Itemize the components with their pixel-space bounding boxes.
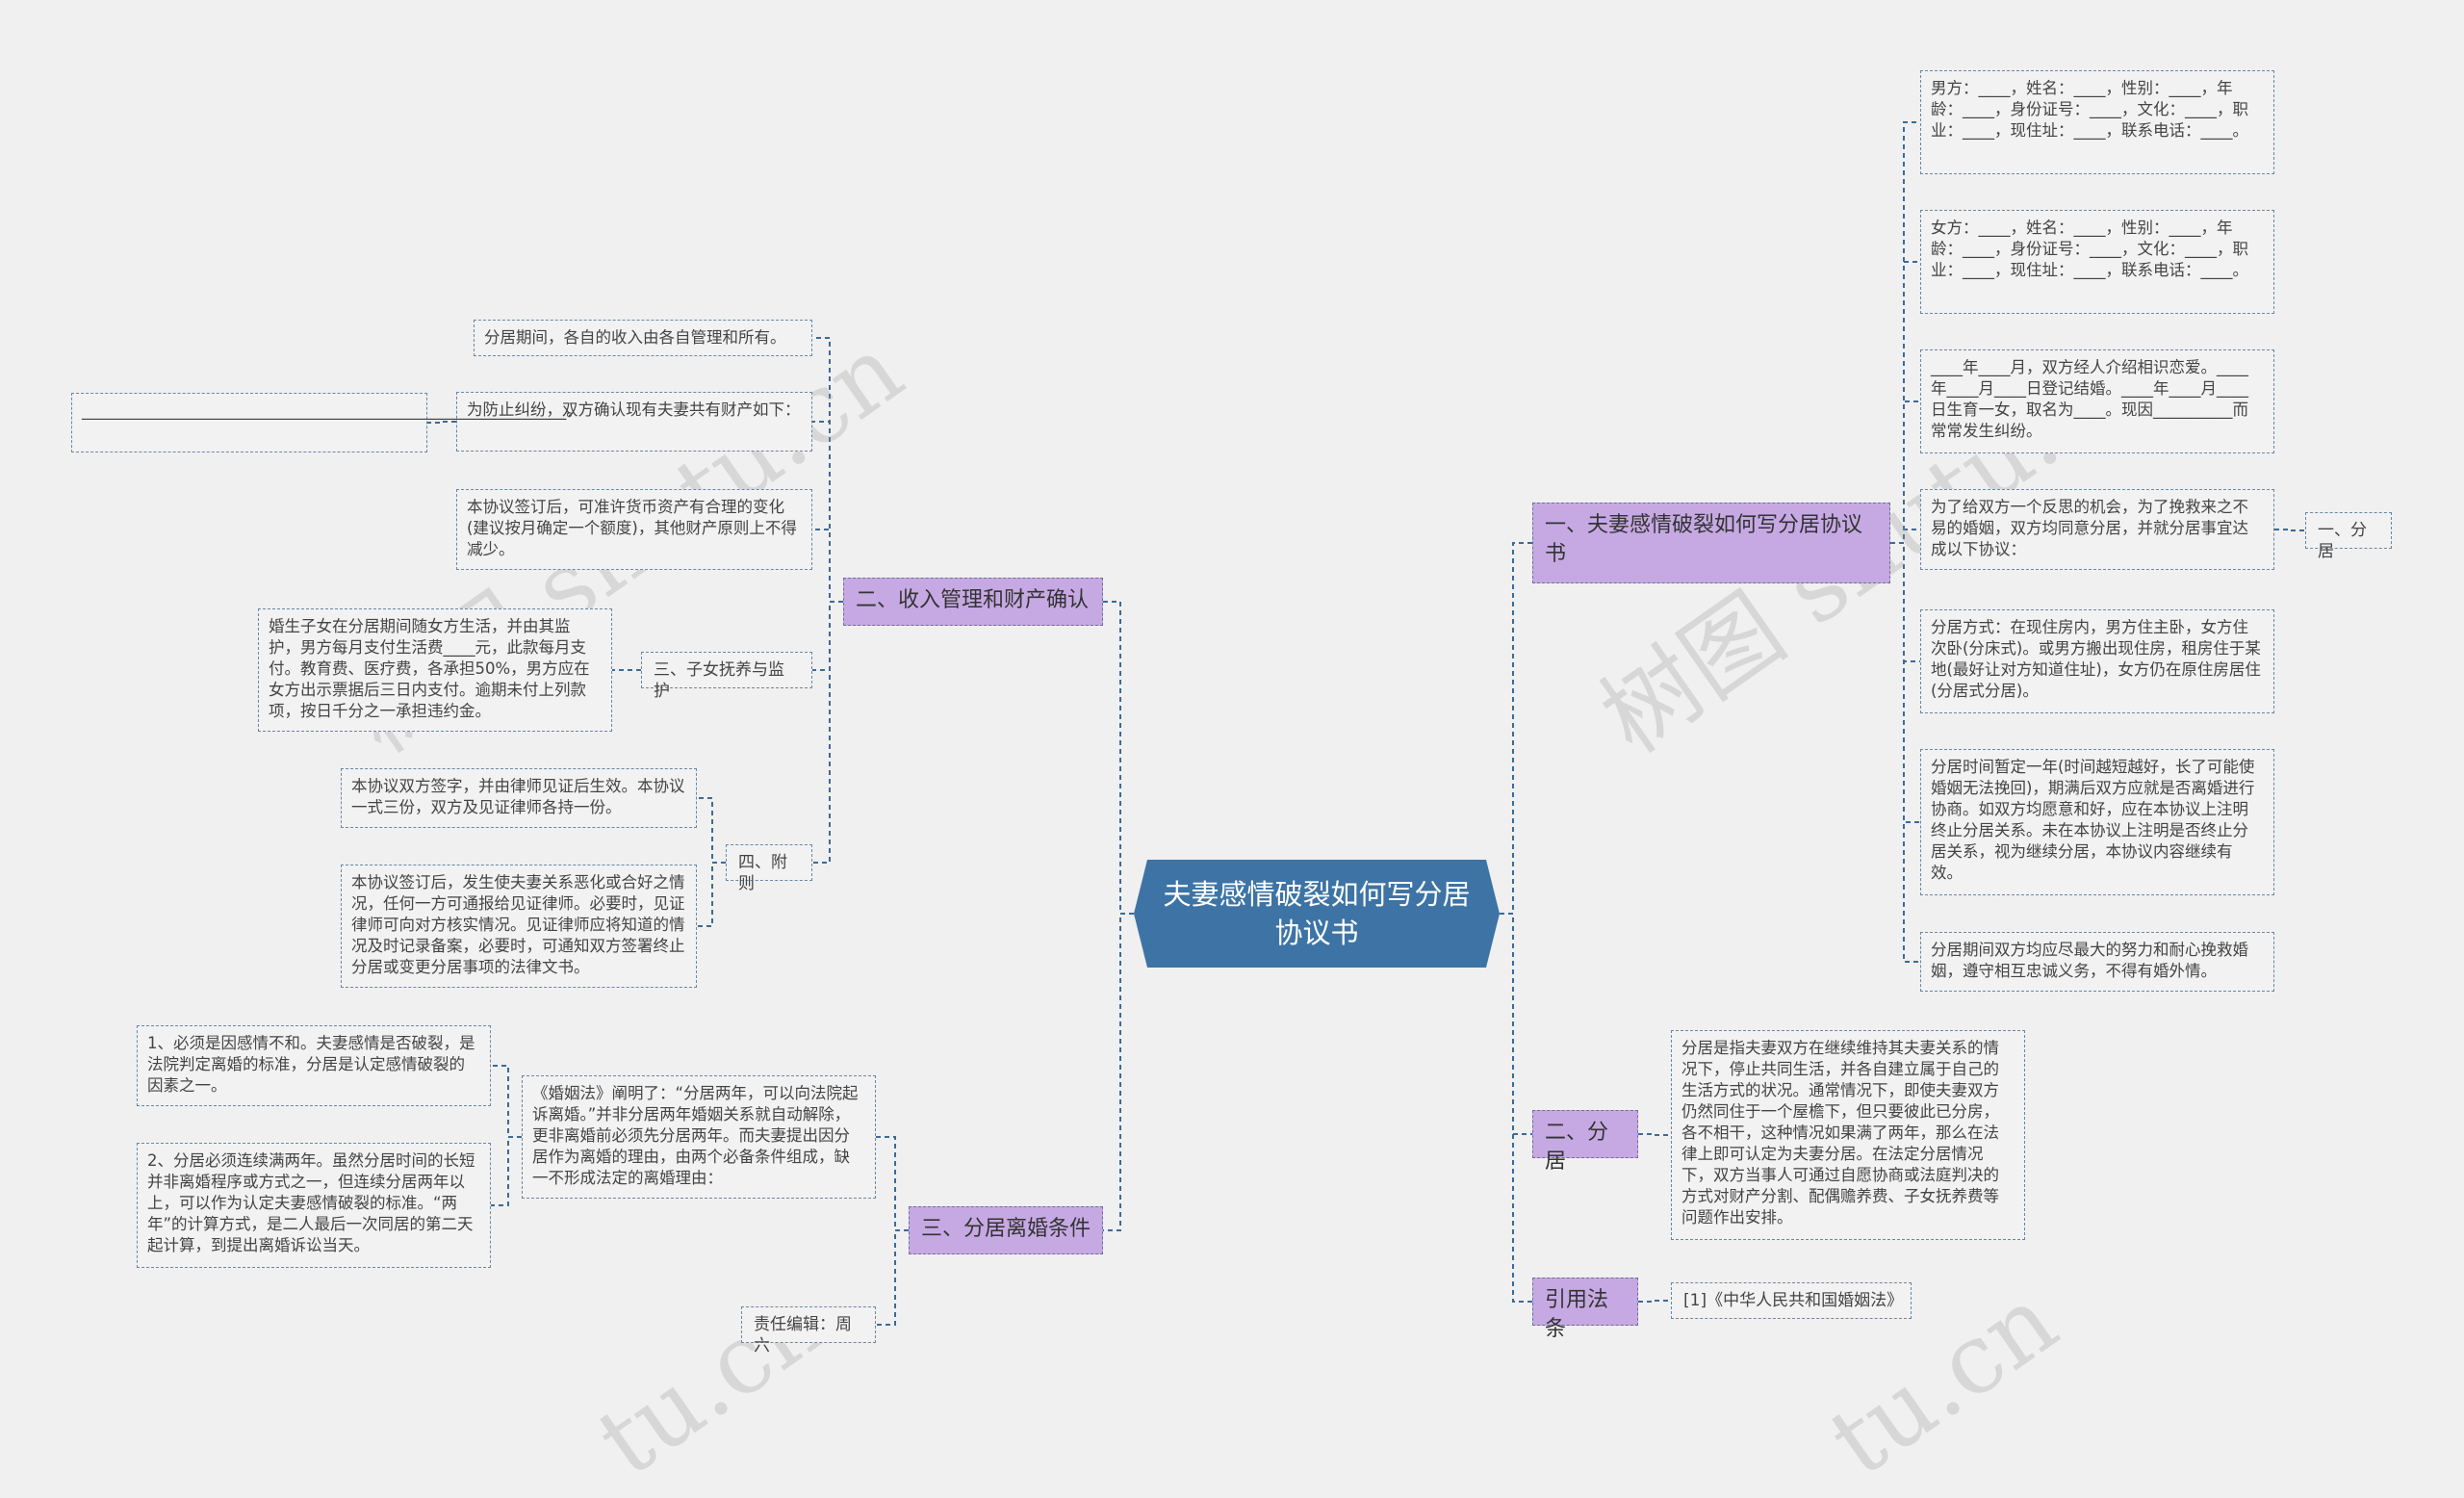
connector-line bbox=[812, 601, 843, 671]
connector-line bbox=[1890, 529, 1920, 544]
label-child-custody[interactable]: 三、子女抚养与监护 bbox=[641, 652, 812, 701]
leaf-condition-two-years[interactable]: 2、分居必须连续满两年。虽然分居时间的长短并非离婚程序或方式之一，但连续分居两年… bbox=[137, 1143, 491, 1268]
connector-line bbox=[427, 421, 456, 424]
branch-separation[interactable]: 二、分居 bbox=[1532, 1110, 1638, 1174]
mindmap-canvas: 树图 shutu.cn 树图 shutu.cn tu.cn tu.cn 夫妻感情… bbox=[0, 0, 2464, 1498]
leaf-separation-method[interactable]: 分居方式：在现住房内，男方住主卧，女方住次卧(分床式)。或男方搬出现住房，租房住… bbox=[1920, 609, 2274, 713]
connector-line bbox=[876, 1136, 909, 1231]
leaf-agreement-effect[interactable]: 本协议双方签字，并由律师见证后生效。本协议一式三份，双方及见证律师各持一份。 bbox=[341, 768, 697, 828]
leaf-condition-feelings[interactable]: 1、必须是因感情不和。夫妻感情是否破裂，是法院判定离婚的标准，分居是认定感情破裂… bbox=[137, 1025, 491, 1106]
central-topic[interactable]: 夫妻感情破裂如何写分居协议书 bbox=[1134, 860, 1500, 968]
leaf-property-blank[interactable]: ________________________________________… bbox=[71, 393, 582, 452]
connector-line bbox=[876, 1229, 909, 1326]
leaf-marriage-history[interactable]: ____年____月，双方经人介绍相识恋爱。____年____月____日登记结… bbox=[1920, 349, 2274, 453]
connector-line bbox=[1890, 542, 1920, 662]
branch-income-property[interactable]: 二、收入管理和财产确认 bbox=[843, 578, 1103, 626]
connector-line bbox=[2274, 529, 2305, 531]
leaf-save-marriage[interactable]: 分居期间双方均应尽最大的努力和耐心挽救婚姻，遵守相互忠诚义务，不得有婚外情。 bbox=[1920, 932, 2274, 992]
leaf-lawyer-notification[interactable]: 本协议签订后，发生使夫妻关系恶化或合好之情况，任何一方可通报给见证律师。必要时，… bbox=[341, 865, 697, 988]
connector-line bbox=[1890, 400, 1920, 544]
connector-line bbox=[1500, 542, 1532, 915]
connector-line bbox=[697, 797, 726, 864]
connector-line bbox=[812, 337, 843, 603]
leaf-marriage-law-clause[interactable]: 《婚姻法》阐明了：“分居两年，可以向法院起诉离婚。”并非分居两年婚姻关系就自动解… bbox=[522, 1075, 876, 1199]
label-supplementary[interactable]: 四、附则 bbox=[726, 844, 812, 893]
connector-line bbox=[1638, 1300, 1671, 1303]
label-separation[interactable]: 一、分居 bbox=[2305, 512, 2392, 561]
leaf-agreement-intro[interactable]: 为了给双方一个反思的机会，为了挽救来之不易的婚姻，双方均同意分居，并就分居事宜达… bbox=[1920, 489, 2274, 570]
connector-line bbox=[812, 529, 843, 603]
connector-line bbox=[1103, 913, 1134, 1231]
branch-divorce-conditions[interactable]: 三、分居离婚条件 bbox=[909, 1206, 1103, 1254]
connector-line bbox=[1890, 542, 1920, 823]
connector-line bbox=[812, 421, 843, 603]
branch-separation-agreement[interactable]: 一、夫妻感情破裂如何写分居协议书 bbox=[1532, 503, 1890, 583]
connector-line bbox=[812, 601, 843, 864]
connector-line bbox=[491, 1065, 522, 1138]
leaf-child-support[interactable]: 婚生子女在分居期间随女方生活，并由其监护，男方每月支付生活费____元，此款每月… bbox=[258, 608, 612, 732]
connector-line bbox=[1890, 542, 1920, 963]
leaf-separation-period[interactable]: 分居时间暂定一年(时间越短越好，长了可能使婚姻无法挽回)，期满后双方应就是否离婚… bbox=[1920, 749, 2274, 895]
leaf-male-info[interactable]: 男方：____，姓名：____，性别：____，年龄：____，身份证号：___… bbox=[1920, 70, 2274, 174]
connector-line bbox=[1500, 913, 1532, 1135]
label-editor: 责任编辑：周六 bbox=[741, 1306, 876, 1356]
leaf-income-management[interactable]: 分居期间，各自的收入由各自管理和所有。 bbox=[474, 320, 812, 356]
connector-line bbox=[1890, 121, 1920, 544]
leaf-female-info[interactable]: 女方：____，姓名：____，性别：____，年龄：____，身份证号：___… bbox=[1920, 210, 2274, 314]
connector-line bbox=[1103, 601, 1134, 915]
connector-line bbox=[1500, 913, 1532, 1303]
branch-cited-law[interactable]: 引用法条 bbox=[1532, 1278, 1638, 1341]
connector-line bbox=[1638, 1133, 1671, 1136]
connector-line bbox=[491, 1136, 522, 1206]
leaf-separation-definition[interactable]: 分居是指夫妻双方在继续维持其夫妻关系的情况下，停止共同生活，并各自建立属于自己的… bbox=[1671, 1030, 2025, 1240]
leaf-asset-change[interactable]: 本协议签订后，可准许货币资产有合理的变化(建议按月确定一个额度)，其他财产原则上… bbox=[456, 489, 812, 570]
connector-line bbox=[697, 862, 726, 927]
leaf-marriage-law[interactable]: [1]《中华人民共和国婚姻法》 bbox=[1671, 1282, 1912, 1319]
